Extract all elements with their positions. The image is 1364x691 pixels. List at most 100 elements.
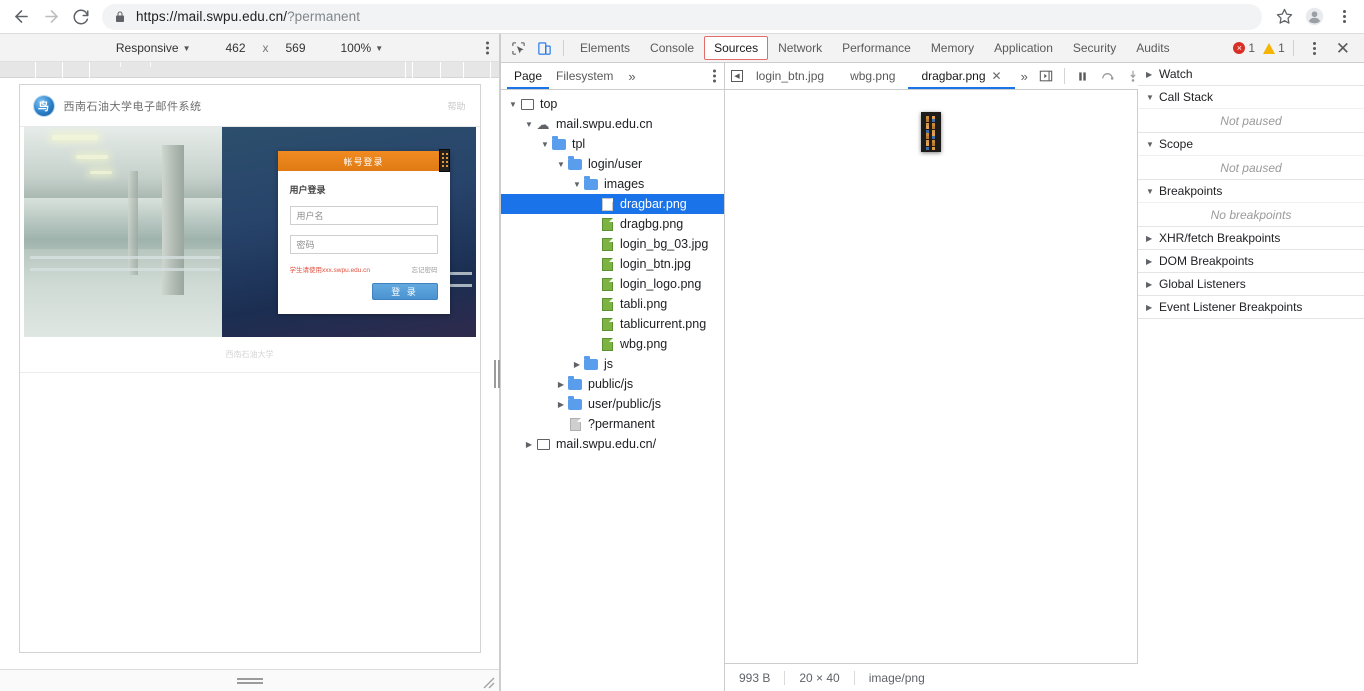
password-input[interactable]: 密码 bbox=[289, 235, 438, 254]
tab-performance[interactable]: Performance bbox=[832, 36, 921, 60]
browser-menu-button[interactable] bbox=[1330, 3, 1358, 31]
device-height-input[interactable]: 569 bbox=[275, 39, 317, 57]
file-tree-row[interactable]: ▼ tpl bbox=[501, 134, 724, 154]
devtools-menu-button[interactable] bbox=[1302, 36, 1328, 60]
step-over-icon[interactable] bbox=[1096, 64, 1120, 88]
back-button[interactable] bbox=[6, 2, 36, 32]
debugger-section-header[interactable]: ▶ DOM Breakpoints bbox=[1138, 250, 1364, 272]
file-tree-row-selected[interactable]: dragbar.png bbox=[501, 194, 724, 214]
dragbar-png-preview[interactable] bbox=[921, 112, 941, 152]
frame-icon bbox=[519, 97, 535, 111]
reload-button[interactable] bbox=[66, 2, 96, 32]
viewport-corner-resize-handle[interactable] bbox=[481, 675, 495, 689]
warning-count-badge[interactable]: 1 bbox=[1263, 41, 1285, 55]
file-tree-row[interactable]: ▼ top bbox=[501, 94, 724, 114]
viewer-tab-login-btn[interactable]: login_btn.jpg bbox=[743, 63, 837, 89]
tab-sources[interactable]: Sources bbox=[704, 36, 769, 60]
tab-audits[interactable]: Audits bbox=[1126, 36, 1179, 60]
tab-application[interactable]: Application bbox=[984, 36, 1063, 60]
file-tree-row[interactable]: ▼ images bbox=[501, 174, 724, 194]
chevron-down-icon[interactable]: ▼ bbox=[555, 160, 567, 169]
chevron-right-icon[interactable]: ▶ bbox=[1146, 303, 1154, 312]
chevron-right-icon[interactable]: ▶ bbox=[1146, 70, 1154, 79]
chevron-right-icon[interactable]: ▶ bbox=[571, 360, 583, 369]
debugger-section-header[interactable]: ▶ XHR/fetch Breakpoints bbox=[1138, 227, 1364, 249]
device-width-input[interactable]: 462 bbox=[215, 39, 257, 57]
chevron-down-icon[interactable]: ▼ bbox=[523, 120, 535, 129]
tab-elements[interactable]: Elements bbox=[570, 36, 640, 60]
chevron-down-icon[interactable]: ▼ bbox=[539, 140, 551, 149]
forgot-password-link[interactable]: 忘记密码 bbox=[412, 264, 438, 274]
show-navigator-icon[interactable] bbox=[1034, 64, 1058, 88]
sources-panel-body: Page Filesystem » ▼ top ▼ ☁ mail.swpu.edu.cn… bbox=[501, 63, 1364, 691]
file-tree-row[interactable]: login_logo.png bbox=[501, 274, 724, 294]
debugger-section-empty: Not paused bbox=[1138, 108, 1364, 132]
navigator-more-tabs-icon[interactable]: » bbox=[620, 69, 643, 84]
chevron-down-icon[interactable]: ▼ bbox=[507, 100, 519, 109]
file-tree-row[interactable]: ▼ ☁ mail.swpu.edu.cn bbox=[501, 114, 724, 134]
file-tree-row[interactable]: ▶ public/js bbox=[501, 374, 724, 394]
sources-viewer: ◀ login_btn.jpg wbg.png dragbar.png ✕ » bbox=[725, 63, 1251, 691]
avatar-icon[interactable] bbox=[1300, 3, 1328, 31]
chevron-down-icon[interactable]: ▼ bbox=[1146, 93, 1154, 102]
file-tree-row[interactable]: tablicurrent.png bbox=[501, 314, 724, 334]
navigator-tab-filesystem[interactable]: Filesystem bbox=[549, 63, 620, 89]
forward-button[interactable] bbox=[36, 2, 66, 32]
file-tree-row[interactable]: ▶ user/public/js bbox=[501, 394, 724, 414]
debugger-section-header[interactable]: ▼ Scope bbox=[1138, 133, 1364, 155]
chevron-right-icon[interactable]: ▶ bbox=[555, 400, 567, 409]
dragbar-image[interactable] bbox=[438, 149, 450, 172]
file-tree-row[interactable]: login_bg_03.jpg bbox=[501, 234, 724, 254]
chevron-right-icon[interactable]: ▶ bbox=[555, 380, 567, 389]
help-link[interactable]: 帮助 bbox=[447, 99, 465, 112]
address-bar[interactable]: https://mail.swpu.edu.cn/?permanent bbox=[102, 3, 1262, 30]
file-tree-row[interactable]: wbg.png bbox=[501, 334, 724, 354]
chevron-right-icon[interactable]: ▶ bbox=[523, 440, 535, 449]
device-toolbar-menu-button[interactable] bbox=[486, 41, 489, 54]
username-input[interactable]: 用户名 bbox=[289, 206, 438, 225]
file-tree-row[interactable]: ▶ mail.swpu.edu.cn/ bbox=[501, 434, 724, 454]
file-tree-row[interactable]: tabli.png bbox=[501, 294, 724, 314]
file-tree-row[interactable]: ?permanent bbox=[501, 414, 724, 434]
tab-network[interactable]: Network bbox=[768, 36, 832, 60]
file-tree-row[interactable]: ▼ login/user bbox=[501, 154, 724, 174]
tab-security[interactable]: Security bbox=[1063, 36, 1126, 60]
tab-console[interactable]: Console bbox=[640, 36, 704, 60]
debugger-section-header[interactable]: ▼ Breakpoints bbox=[1138, 180, 1364, 202]
zoom-select[interactable]: 100% ▼ bbox=[335, 39, 390, 57]
close-icon[interactable]: ✕ bbox=[1330, 40, 1356, 57]
inspect-element-icon[interactable] bbox=[505, 36, 531, 60]
viewer-tab-wbg[interactable]: wbg.png bbox=[837, 63, 908, 89]
file-green-icon bbox=[599, 317, 615, 331]
navigator-tab-page[interactable]: Page bbox=[507, 63, 549, 89]
file-tree-row[interactable]: login_btn.jpg bbox=[501, 254, 724, 274]
device-preset-select[interactable]: Responsive ▼ bbox=[110, 39, 197, 57]
file-tree-row[interactable]: dragbg.png bbox=[501, 214, 724, 234]
file-tree-row[interactable]: ▶ js bbox=[501, 354, 724, 374]
login-submit-button[interactable]: 登 录 bbox=[371, 283, 438, 300]
device-toolbar-icon[interactable] bbox=[531, 36, 557, 60]
debugger-section-header[interactable]: ▶ Event Listener Breakpoints bbox=[1138, 296, 1364, 318]
debugger-section-header[interactable]: ▶ Watch bbox=[1138, 63, 1364, 85]
chevron-right-icon[interactable]: ▶ bbox=[1146, 234, 1154, 243]
prev-tab-icon[interactable]: ◀ bbox=[731, 70, 743, 82]
chevron-right-icon[interactable]: ▶ bbox=[1146, 280, 1154, 289]
close-tab-icon[interactable]: ✕ bbox=[992, 69, 1002, 83]
emulated-page-frame[interactable]: 鸟 西南石油大学电子邮件系统 帮助 帐号登录 用户登录 用户名 密码 学生请使用… bbox=[18, 84, 481, 653]
navigator-menu-button[interactable] bbox=[713, 69, 716, 83]
chevron-down-icon[interactable]: ▼ bbox=[1146, 140, 1154, 149]
pause-script-icon[interactable] bbox=[1071, 64, 1095, 88]
viewer-more-tabs-icon[interactable]: » bbox=[1015, 69, 1034, 84]
error-count-badge[interactable]: × 1 bbox=[1233, 41, 1255, 55]
chevron-down-icon[interactable]: ▼ bbox=[571, 180, 583, 189]
chevron-down-icon[interactable]: ▼ bbox=[1146, 187, 1154, 196]
debugger-section-header[interactable]: ▶ Global Listeners bbox=[1138, 273, 1364, 295]
tab-memory[interactable]: Memory bbox=[921, 36, 984, 60]
debugger-section-header[interactable]: ▼ Call Stack bbox=[1138, 86, 1364, 108]
viewer-tab-dragbar[interactable]: dragbar.png ✕ bbox=[908, 63, 1014, 89]
debugger-section: ▶ DOM Breakpoints bbox=[1138, 250, 1364, 273]
chevron-right-icon[interactable]: ▶ bbox=[1146, 257, 1154, 266]
viewport-horizontal-resize-handle[interactable] bbox=[493, 359, 500, 389]
viewport-vertical-resize-handle[interactable] bbox=[236, 677, 263, 684]
star-icon[interactable] bbox=[1270, 3, 1298, 31]
